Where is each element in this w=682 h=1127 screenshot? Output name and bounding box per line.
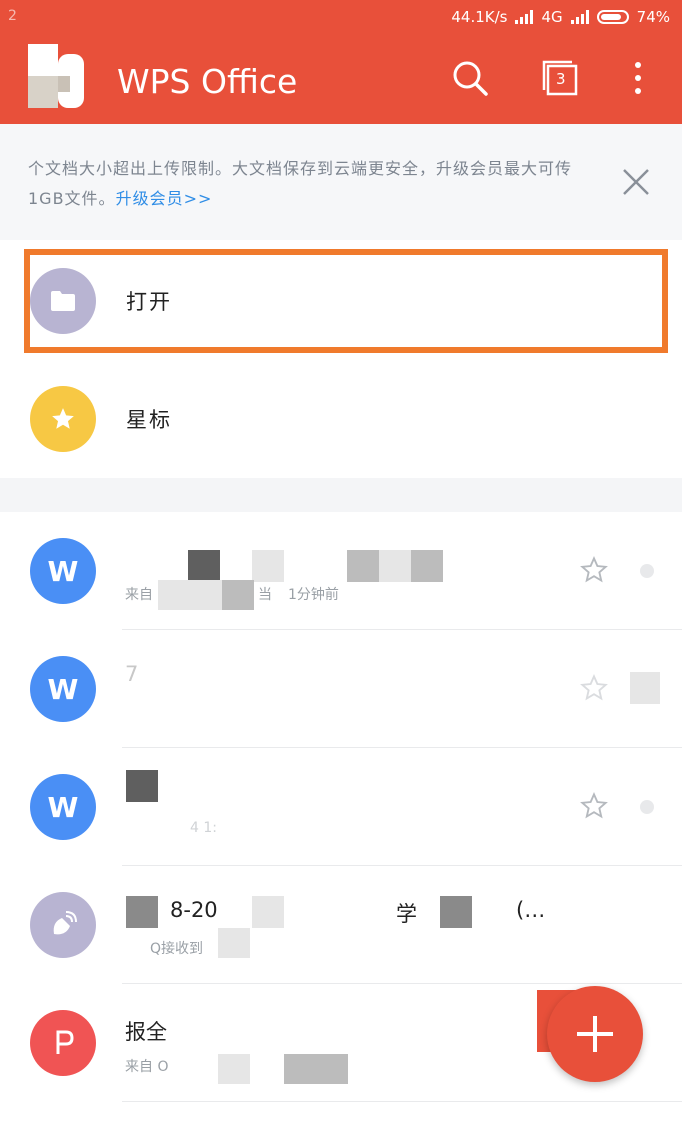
redacted-block <box>440 896 472 928</box>
redacted-block <box>284 1054 316 1084</box>
more-vertical-icon <box>635 62 641 94</box>
section-divider <box>0 478 682 512</box>
more-menu-button[interactable] <box>616 56 660 100</box>
tabs-button[interactable]: 3 <box>538 56 582 100</box>
signal-icon-2 <box>570 10 589 24</box>
redacted-block <box>158 580 190 610</box>
open-icon-circle <box>30 268 96 334</box>
more-dot[interactable] <box>640 800 654 814</box>
document-title-suffix: (… <box>516 898 546 922</box>
redacted-block <box>218 1054 250 1084</box>
plus-icon <box>577 1016 613 1052</box>
redacted-block <box>347 550 379 582</box>
document-source: 来自 O <box>125 1059 169 1075</box>
wps-doc-icon: W <box>30 538 96 604</box>
battery-icon <box>596 10 629 24</box>
banner-message: 个文档大小超出上传限制。大文档保存到云端更安全，升级会员最大可传1GB文件。升级… <box>28 154 588 214</box>
document-title: 报全 <box>125 1020 167 1044</box>
document-row[interactable]: W 来自 当 1分钟前 <box>0 512 682 630</box>
pdf-doc-icon <box>30 1010 96 1076</box>
document-time: 1分钟前 <box>288 587 339 603</box>
document-source: 来自 <box>125 587 153 603</box>
wps-doc-icon: W <box>30 656 96 722</box>
status-bar: 2 44.1K/s 4G 74% <box>0 0 682 34</box>
signal-icon <box>515 10 534 24</box>
starred-item[interactable]: 星标 <box>0 360 682 478</box>
document-source-suffix: 当 <box>258 587 272 603</box>
redacted-block <box>190 580 222 610</box>
document-source: 4 1: <box>190 820 217 836</box>
open-label: 打开 <box>126 290 172 314</box>
redacted-block <box>411 550 443 582</box>
tab-count: 3 <box>556 70 566 88</box>
upgrade-link[interactable]: 升级会员>> <box>116 189 213 208</box>
search-button[interactable] <box>448 56 492 100</box>
redacted-block <box>252 550 284 582</box>
top-bar: 2 44.1K/s 4G 74% WPS Office 3 <box>0 0 682 124</box>
document-row[interactable]: W 7 <box>0 630 682 748</box>
row-divider <box>122 1101 682 1102</box>
avatar[interactable] <box>28 44 86 108</box>
banner-text: 个文档大小超出上传限制。大文档保存到云端更安全，升级会员最大可传1GB文件。 <box>28 159 573 208</box>
redacted-block <box>252 896 284 928</box>
starred-icon-circle <box>30 386 96 452</box>
document-row[interactable]: W 4 1: <box>0 748 682 866</box>
search-icon <box>453 61 488 96</box>
battery-level: 74% <box>636 8 670 26</box>
redacted-block <box>126 770 158 802</box>
document-title: 7 <box>125 662 139 686</box>
pdf-icon <box>56 1030 74 1054</box>
app-bar: WPS Office 3 <box>0 34 682 124</box>
open-item[interactable]: 打开 <box>0 242 682 360</box>
redacted-block <box>188 550 220 582</box>
received-file-icon <box>30 892 96 958</box>
starred-label: 星标 <box>126 408 172 432</box>
network-speed: 44.1K/s <box>451 8 508 26</box>
more-dot[interactable] <box>640 564 654 578</box>
redacted-block <box>379 550 411 582</box>
status-indicators: 44.1K/s 4G 74% <box>451 8 670 26</box>
wps-doc-icon: W <box>30 774 96 840</box>
upgrade-banner: 个文档大小超出上传限制。大文档保存到云端更安全，升级会员最大可传1GB文件。升级… <box>0 124 682 240</box>
star-outline-icon[interactable] <box>580 792 608 820</box>
redacted-block <box>630 672 660 704</box>
redacted-block <box>126 896 158 928</box>
star-icon <box>52 408 74 429</box>
network-type: 4G <box>541 8 563 26</box>
folder-icon <box>51 291 75 311</box>
document-row[interactable]: 8-20 学 (… Q接收到 <box>0 866 682 984</box>
star-outline-icon[interactable] <box>580 674 608 702</box>
close-icon[interactable] <box>620 166 652 198</box>
star-outline-icon[interactable] <box>580 556 608 584</box>
document-title: 8-20 <box>170 898 218 922</box>
app-title: WPS Office <box>117 62 298 101</box>
document-source: Q接收到 <box>150 941 204 957</box>
satellite-icon <box>53 911 77 935</box>
status-left-text: 2 <box>8 8 17 24</box>
redacted-block <box>222 580 254 610</box>
document-title-part: 学 <box>396 902 417 926</box>
redacted-block <box>218 928 250 958</box>
new-document-button[interactable] <box>547 986 643 1082</box>
redacted-block <box>316 1054 348 1084</box>
